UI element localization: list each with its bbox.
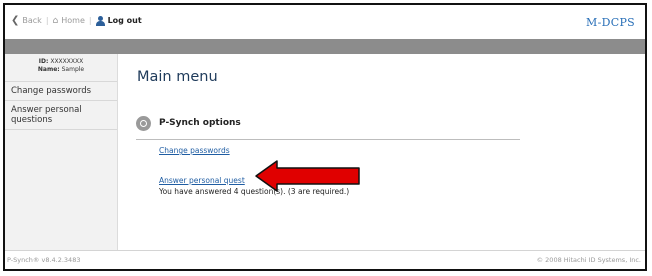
- logout-link[interactable]: Log out: [108, 16, 142, 25]
- user-name-value: Sample: [61, 66, 85, 73]
- top-nav-bar: ❮ Back | ⌂ Home | Log out M-DCPS: [5, 5, 645, 39]
- user-info: ID: XXXXXXXX Name: Sample: [5, 54, 117, 82]
- sidebar-item-answer-questions[interactable]: Answer personal questions: [5, 101, 117, 130]
- page-title: Main menu: [137, 69, 218, 85]
- copyright-text: © 2008 Hitachi ID Systems, Inc.: [536, 256, 641, 264]
- user-name-row: Name: Sample: [5, 66, 117, 74]
- footer: P-Synch® v8.4.2.3483 © 2008 Hitachi ID S…: [5, 250, 645, 269]
- home-icon: ⌂: [52, 15, 59, 26]
- section-header: P-Synch options: [136, 110, 520, 136]
- brand-logo: M-DCPS: [586, 16, 635, 29]
- header-band: [5, 39, 645, 54]
- red-arrow-icon: [255, 160, 360, 192]
- sidebar: ID: XXXXXXXX Name: Sample Change passwor…: [5, 54, 118, 253]
- sidebar-item-change-passwords[interactable]: Change passwords: [5, 82, 117, 101]
- back-link[interactable]: Back: [22, 16, 41, 25]
- back-chevron-icon: ❮: [11, 15, 20, 26]
- user-name-label: Name:: [37, 66, 60, 73]
- psynch-options-section: P-Synch options: [136, 110, 520, 140]
- main-content: Main menu P-Synch options Change passwor…: [118, 54, 645, 253]
- section-title: P-Synch options: [159, 118, 241, 128]
- user-id-row: ID: XXXXXXXX: [5, 58, 117, 66]
- nav-links: ❮ Back | ⌂ Home | Log out: [11, 15, 142, 26]
- nav-separator: |: [45, 16, 49, 25]
- change-passwords-link[interactable]: Change passwords: [159, 146, 230, 155]
- answer-questions-link[interactable]: Answer personal quest: [159, 176, 245, 185]
- section-divider: [136, 139, 520, 140]
- user-id-value: XXXXXXXX: [50, 58, 84, 65]
- app-window: ❮ Back | ⌂ Home | Log out M-DCPS ID: XXX…: [3, 3, 647, 271]
- user-icon: [95, 15, 105, 26]
- psynch-options-icon: [136, 115, 151, 131]
- home-link[interactable]: Home: [61, 16, 85, 25]
- user-id-label: ID:: [38, 58, 49, 65]
- version-text: P-Synch® v8.4.2.3483: [7, 256, 81, 264]
- nav-separator: |: [88, 16, 92, 25]
